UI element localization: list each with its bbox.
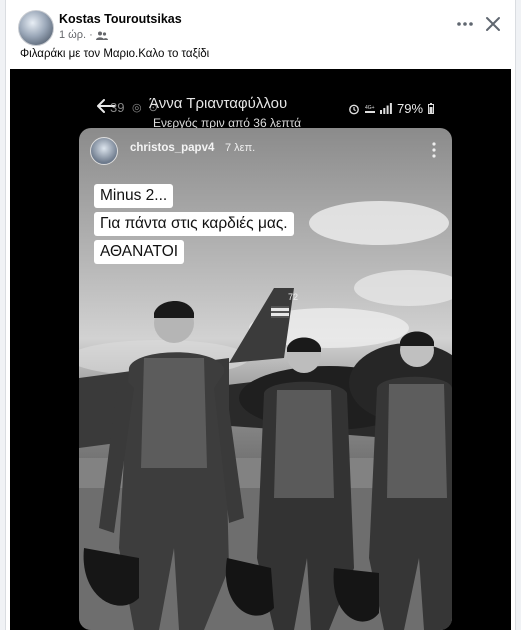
signal-4g-icon: 4G+ <box>365 105 375 113</box>
battery-icon <box>428 103 435 114</box>
story-time: 7 λεπ. <box>225 142 256 154</box>
post-card: Kostas Touroutsikas 1 ώρ. · Φιλαράκι με … <box>5 0 516 630</box>
post-text: Φιλαράκι με τον Μαριο.Καλο το ταξίδι <box>20 48 210 60</box>
meta-separator: · <box>89 29 93 41</box>
friends-icon <box>95 31 108 40</box>
story-username[interactable]: christos_papv4 <box>130 142 214 154</box>
post-meta: 1 ώρ. · <box>59 29 108 41</box>
more-horizontal-icon <box>457 22 473 26</box>
author-name[interactable]: Kostas Touroutsikas <box>59 12 182 26</box>
alarm-icon <box>349 104 359 114</box>
caption-line-1: Minus 2... <box>94 184 174 208</box>
caption-line-3: ΑΘΑΝΑΤΟΙ <box>94 240 185 264</box>
more-options-button[interactable] <box>454 16 476 32</box>
battery-percent: 79% <box>397 101 424 116</box>
story-card: 72 christos_papv4 7 λεπ. Minus 2... Για … <box>79 128 452 630</box>
tail-number: 72 <box>288 292 298 302</box>
status-bar-ghost <box>10 69 511 77</box>
caption-line-2: Για πάντα στις καρδιές μας. <box>94 212 294 236</box>
post-time[interactable]: 1 ώρ. <box>59 29 86 41</box>
author-avatar[interactable] <box>18 10 54 46</box>
post-photo[interactable]: 39 ◎ ⊙ Άννα Τριανταφύλλου Ενεργός πριν α… <box>10 69 511 630</box>
story-user-avatar[interactable] <box>90 137 118 165</box>
contact-name: Άννα Τριανταφύλλου <box>149 95 288 112</box>
svg-text:4G+: 4G+ <box>365 105 375 111</box>
signal-bars-icon <box>380 103 392 114</box>
ghost-time: 39 <box>110 100 125 115</box>
close-icon <box>486 17 500 31</box>
close-button[interactable] <box>482 13 504 35</box>
chat-header: 39 ◎ ⊙ Άννα Τριανταφύλλου Ενεργός πριν α… <box>10 91 511 131</box>
story-more-icon[interactable] <box>431 141 437 159</box>
phone-status-icons: 4G+ 79% <box>348 101 435 116</box>
